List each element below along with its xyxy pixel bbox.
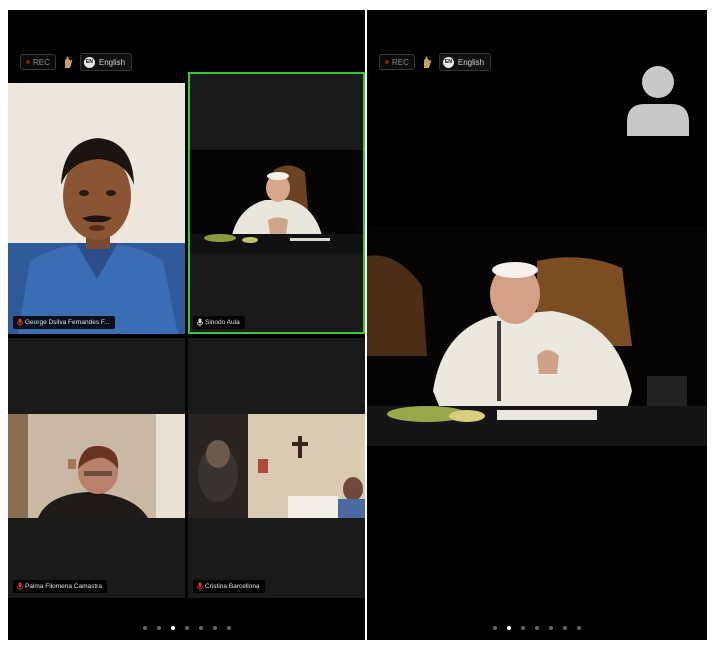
page-dot[interactable] <box>549 626 553 630</box>
raise-hand-icon[interactable] <box>421 55 433 69</box>
page-dot[interactable] <box>184 626 189 630</box>
page-dot-active[interactable] <box>170 626 175 630</box>
rec-label: REC <box>33 57 50 67</box>
meeting-topbar: REC EN English <box>379 53 492 71</box>
participant-name: Sinodo Aula <box>205 319 240 326</box>
page-dot[interactable] <box>156 626 161 630</box>
page-dot[interactable] <box>212 626 217 630</box>
language-label: English <box>457 57 485 67</box>
page-dot[interactable] <box>226 626 231 630</box>
mic-muted-icon <box>16 318 23 327</box>
participant-video <box>188 414 365 518</box>
participant-video <box>8 83 185 334</box>
mic-muted-icon <box>16 582 23 591</box>
mic-icon <box>196 318 203 327</box>
page-dot-active[interactable] <box>507 626 511 630</box>
page-dot[interactable] <box>198 626 203 630</box>
participant-nameplate: Cristina Barcellona <box>193 580 265 593</box>
participant-nameplate: Palma Filomena Camastra <box>13 580 107 593</box>
speaker-view-screen: REC EN English <box>367 10 707 640</box>
language-interpretation-button[interactable]: EN English <box>79 53 133 71</box>
raise-hand-icon[interactable] <box>62 55 74 69</box>
user-avatar-icon[interactable] <box>625 60 691 136</box>
rec-label: REC <box>392 57 409 67</box>
participant-video <box>190 150 363 254</box>
participant-video <box>8 414 185 518</box>
participant-name: George Dsilva Fernandes F... <box>25 319 110 326</box>
recording-indicator[interactable]: REC <box>20 54 56 70</box>
page-dot[interactable] <box>521 626 525 630</box>
active-speaker-video[interactable] <box>367 226 707 446</box>
participant-nameplate: George Dsilva Fernandes F... <box>13 316 115 329</box>
page-dot[interactable] <box>493 626 497 630</box>
language-label: English <box>98 57 126 67</box>
participant-name: Cristina Barcellona <box>205 583 260 590</box>
participant-name: Palma Filomena Camastra <box>25 583 102 590</box>
page-dot[interactable] <box>563 626 567 630</box>
page-indicator[interactable] <box>367 626 707 630</box>
video-tile[interactable]: Palma Filomena Camastra <box>8 338 185 598</box>
video-tile[interactable]: Cristina Barcellona <box>188 338 365 598</box>
participant-nameplate: Sinodo Aula <box>193 316 245 329</box>
record-dot-icon <box>26 60 30 64</box>
language-interpretation-button[interactable]: EN English <box>438 53 492 71</box>
record-dot-icon <box>385 60 389 64</box>
meeting-topbar: REC EN English <box>20 53 133 71</box>
page-indicator[interactable] <box>8 626 365 630</box>
globe-icon: EN <box>83 56 95 68</box>
page-dot[interactable] <box>577 626 581 630</box>
mic-muted-icon <box>196 582 203 591</box>
gallery-view-screen: REC EN English George Dsilva Fernandes F… <box>8 10 365 640</box>
page-dot[interactable] <box>142 626 147 630</box>
video-tile-active-speaker[interactable]: Sinodo Aula <box>188 72 365 334</box>
video-tile[interactable]: George Dsilva Fernandes F... <box>8 83 185 334</box>
globe-icon: EN <box>442 56 454 68</box>
page-dot[interactable] <box>535 626 539 630</box>
recording-indicator[interactable]: REC <box>379 54 415 70</box>
